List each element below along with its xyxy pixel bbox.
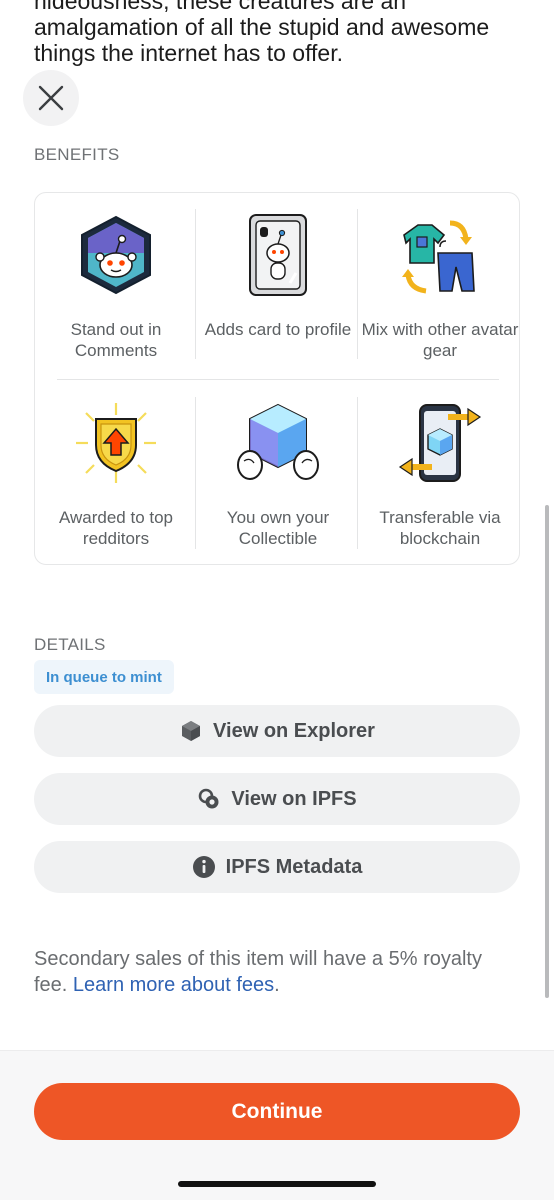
royalty-note: Secondary sales of this item will have a… (34, 946, 504, 998)
info-icon (192, 856, 215, 878)
snoo-avatar-badge-icon (81, 215, 151, 295)
benefit-label: Transferable via blockchain (379, 508, 501, 548)
phone-transfer-icon (398, 404, 482, 482)
continue-button[interactable]: Continue (34, 1083, 520, 1140)
benefit-label: Mix with other avatar gear (361, 320, 519, 360)
close-button[interactable] (23, 70, 79, 126)
benefit-label: Stand out in Comments (70, 320, 162, 360)
cube-icon (182, 721, 201, 741)
benefit-label: You own your Collectible (226, 508, 330, 548)
view-on-explorer-button[interactable]: View on Explorer (34, 705, 520, 757)
scrollbar[interactable] (545, 505, 549, 998)
view-on-ipfs-label: View on IPFS (231, 787, 357, 810)
item-description: hideousness, these creatures are an amal… (34, 0, 490, 66)
ipfs-metadata-label: IPFS Metadata (225, 855, 363, 878)
benefit-adds-card: Adds card to profile (197, 213, 359, 340)
close-icon (38, 85, 64, 111)
ipfs-link-icon (199, 788, 219, 809)
benefit-mix-gear: Mix with other avatar gear (359, 213, 521, 361)
royalty-suffix: . (274, 974, 280, 996)
benefits-heading: BENEFITS (34, 145, 120, 164)
benefits-card: Stand out in Comments Adds card to profi… (34, 192, 520, 565)
view-on-ipfs-button[interactable]: View on IPFS (34, 773, 520, 825)
benefit-own-collectible: You own your Collectible (197, 401, 359, 549)
collectible-card-icon (249, 214, 307, 296)
award-shield-icon (76, 403, 156, 483)
view-on-explorer-label: View on Explorer (213, 719, 375, 742)
benefit-transferable: Transferable via blockchain (359, 401, 521, 549)
ipfs-metadata-button[interactable]: IPFS Metadata (34, 841, 520, 893)
learn-more-fees-link[interactable]: Learn more about fees (73, 974, 274, 996)
avatar-gear-swap-icon (402, 220, 475, 294)
status-badge: In queue to mint (34, 660, 174, 694)
details-heading: DETAILS (34, 635, 106, 654)
benefit-label: Adds card to profile (204, 320, 352, 339)
home-indicator[interactable] (178, 1181, 376, 1187)
divider (57, 379, 499, 380)
crystal-hands-icon (237, 403, 319, 480)
benefit-stand-out: Stand out in Comments (35, 213, 197, 361)
benefit-awarded: Awarded to top redditors (35, 401, 197, 549)
benefit-label: Awarded to top redditors (58, 508, 174, 548)
